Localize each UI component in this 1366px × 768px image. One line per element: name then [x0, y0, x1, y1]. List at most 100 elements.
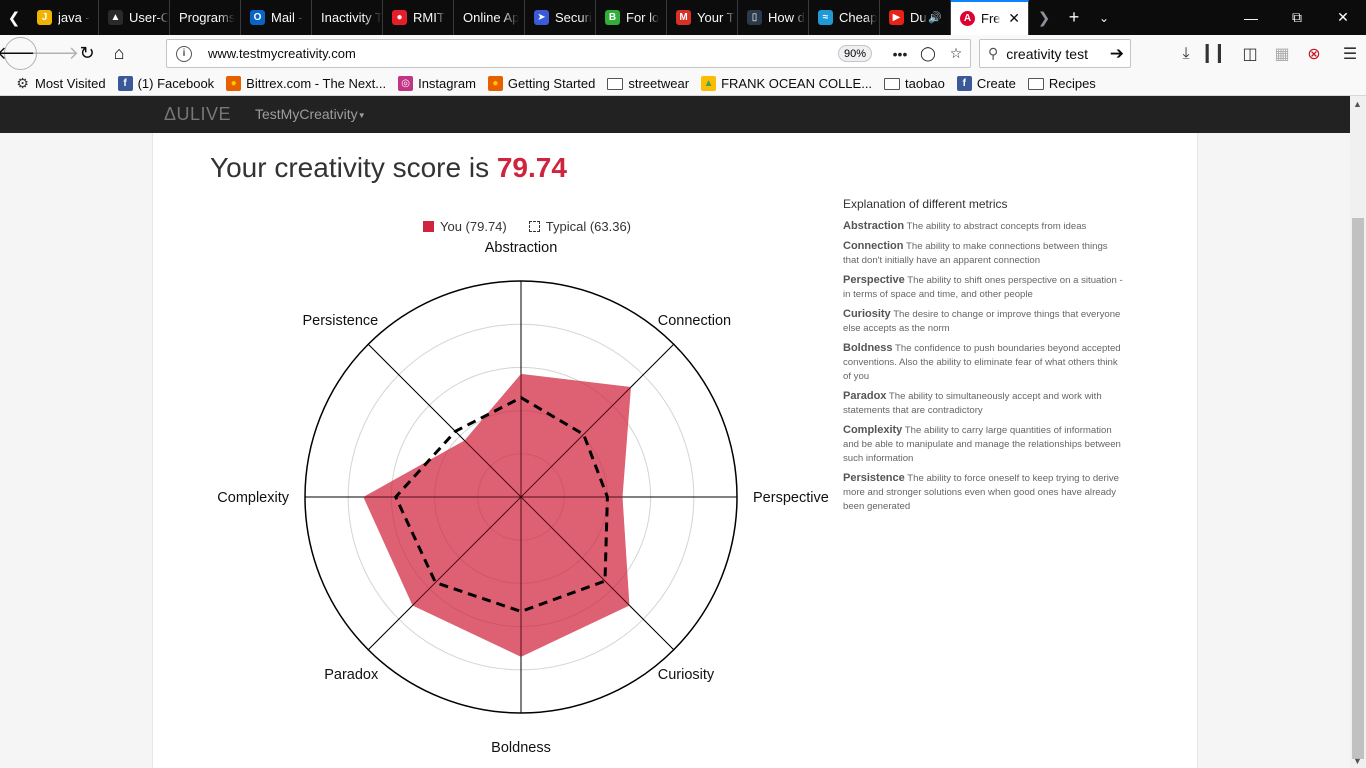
close-window-icon[interactable]: ✕ [1320, 0, 1366, 35]
search-go-icon[interactable]: ➔ [1110, 44, 1124, 64]
tab-title: Cheap [839, 10, 878, 25]
legend-item-typical[interactable]: Typical (63.36) [528, 219, 631, 234]
tab-title: Inactivity T [321, 10, 382, 25]
bookmark-item[interactable]: Recipes [1022, 76, 1102, 91]
blocker-icon[interactable]: ⊗ [1298, 38, 1330, 70]
metric-explanation-abstraction: Abstraction The ability to abstract conc… [843, 219, 1125, 234]
tab-active[interactable]: A Fre ✕ [951, 0, 1029, 35]
scroll-down-icon[interactable]: ▼ [1353, 756, 1362, 766]
reload-icon[interactable]: ↻ [71, 38, 103, 70]
tab-11[interactable]: ≈ Cheap [809, 0, 880, 35]
url-bar[interactable]: i www.testmycreativity.com 90% ••• ◯ ☆ [166, 39, 971, 68]
page-content: ΔULIVE TestMyCreativity▼ Your creativity… [0, 96, 1350, 768]
metric-explanation-perspective: Perspective The ability to shift ones pe… [843, 273, 1125, 302]
bookmark-label: (1) Facebook [137, 76, 215, 91]
rmit-icon: ● [392, 10, 407, 25]
speaker-icon[interactable]: 🔊 [928, 11, 942, 24]
library-icon[interactable]: ▎▎ [1202, 38, 1234, 70]
firefox-icon: ● [487, 76, 503, 91]
caret-down-icon: ▼ [357, 110, 366, 120]
search-input[interactable]: creativity test [1006, 46, 1088, 62]
tab-2[interactable]: Programs [170, 0, 241, 35]
bookmark-label: Create [976, 76, 1016, 91]
site-menu-dropdown[interactable]: TestMyCreativity▼ [255, 106, 366, 122]
java-icon: J [37, 10, 52, 25]
tab-title: Du [910, 10, 927, 25]
metric-explanation-paradox: Paradox The ability to simultaneously ac… [843, 389, 1125, 418]
tab-8[interactable]: B For lo [596, 0, 667, 35]
bookmarks-toolbar: ⚙ Most Visited f (1) Facebook ● Bittrex.com -… [0, 72, 1366, 96]
tab-4[interactable]: Inactivity T [312, 0, 383, 35]
folder-icon [607, 77, 624, 90]
bookmark-label: taobao [905, 76, 945, 91]
zoom-indicator[interactable]: 90% [837, 45, 872, 62]
page-scrollbar[interactable]: ▲ ▼ [1350, 96, 1366, 768]
pocket-icon[interactable]: ◯ [914, 45, 942, 62]
bookmark-label: Bittrex.com - The Next... [246, 76, 387, 91]
tab-7[interactable]: ➤ Securi [525, 0, 596, 35]
score-value: 79.74 [496, 152, 567, 183]
metrics-explanation: Explanation of different metrics Abstrac… [843, 197, 1125, 519]
navigation-toolbar: 🡐 🡒 ↻ ⌂ i www.testmycreativity.com 90% •… [0, 35, 1366, 72]
minimize-icon[interactable]: — [1228, 0, 1274, 35]
search-bar[interactable]: ⚲ creativity test ➔ [979, 39, 1131, 68]
page-actions-icon[interactable]: ••• [886, 46, 914, 62]
bookmark-item[interactable]: ● Bittrex.com - The Next... [220, 76, 392, 91]
metric-name: Complexity [843, 424, 903, 436]
score-prefix: Your creativity score is [210, 152, 497, 183]
extension-icon[interactable]: ▦ [1266, 38, 1298, 70]
tab-6[interactable]: Online Ap [454, 0, 525, 35]
list-tabs-icon[interactable]: ⌄ [1089, 0, 1119, 35]
tab-title: Your T [697, 10, 735, 25]
site-info-icon[interactable]: i [176, 45, 192, 62]
tab-title: java - [58, 10, 90, 25]
metric-name: Perspective [843, 274, 905, 286]
tab-5[interactable]: ● RMIT [383, 0, 454, 35]
bookmark-item[interactable]: ◎ Instagram [392, 76, 482, 91]
metric-name: Paradox [843, 390, 887, 402]
tab-3[interactable]: O Mail - [241, 0, 312, 35]
menu-icon[interactable]: ☰ [1334, 38, 1366, 70]
axis-label-perspective: Perspective [753, 490, 829, 506]
wave-icon: ≈ [818, 10, 833, 25]
close-tab-icon[interactable]: ✕ [1008, 10, 1020, 27]
bookmark-item[interactable]: ▲ FRANK OCEAN COLLE... [695, 76, 878, 91]
bookmark-item[interactable]: f Create [951, 76, 1022, 91]
tab-scroll-right-icon[interactable]: ❯ [1029, 0, 1059, 35]
tab-12[interactable]: ▶ Du 🔊 [880, 0, 951, 35]
radar-chart: Abstraction Connection Perspective Curiosit… [217, 240, 829, 756]
bookmark-item[interactable]: ● Getting Started [482, 76, 601, 91]
metric-name: Boldness [843, 342, 893, 354]
axis-label-complexity: Complexity [217, 490, 289, 506]
metric-explanation-boldness: Boldness The confidence to push boundari… [843, 341, 1125, 384]
bookmark-label: Recipes [1048, 76, 1096, 91]
scroll-up-icon[interactable]: ▲ [1353, 99, 1362, 109]
axis-label-abstraction: Abstraction [485, 240, 558, 256]
axis-label-boldness: Boldness [491, 740, 551, 756]
tab-title: Mail - [271, 10, 303, 25]
sidebar-icon[interactable]: ◫ [1234, 38, 1266, 70]
tab-1[interactable]: ▲ User-C [99, 0, 170, 35]
home-icon[interactable]: ⌂ [103, 38, 135, 70]
site-logo[interactable]: ΔULIVE [164, 104, 231, 125]
bookmark-item[interactable]: ⚙ Most Visited [9, 75, 112, 91]
restore-icon[interactable]: ⧉ [1274, 0, 1320, 35]
new-tab-icon[interactable]: + [1059, 0, 1089, 35]
tab-10[interactable]: ▯ How d [738, 0, 809, 35]
download-icon[interactable]: ⤓ [1170, 38, 1202, 70]
tab-scroll-left-icon[interactable]: ❮ [0, 0, 28, 35]
url-text[interactable]: www.testmycreativity.com [208, 46, 356, 61]
bookmark-item[interactable]: f (1) Facebook [112, 76, 221, 91]
bookmark-star-icon[interactable]: ☆ [942, 45, 970, 62]
tab-9[interactable]: M Your T [667, 0, 738, 35]
tab-0[interactable]: Jjava - [28, 0, 99, 35]
axis-label-connection: Connection [658, 313, 731, 329]
bookmark-label: Instagram [418, 76, 476, 91]
legend-item-you[interactable]: You (79.74) [423, 219, 507, 234]
bookmark-item[interactable]: taobao [878, 76, 951, 91]
scrollbar-thumb[interactable] [1352, 218, 1364, 759]
tab-strip: ❮ Jjava - ▲ User-C Programs O Mail - Inactivit… [0, 0, 1366, 35]
bookmark-item[interactable]: streetwear [601, 76, 695, 91]
folder-icon [1027, 77, 1044, 90]
forward-icon[interactable]: 🡒 [31, 38, 79, 70]
